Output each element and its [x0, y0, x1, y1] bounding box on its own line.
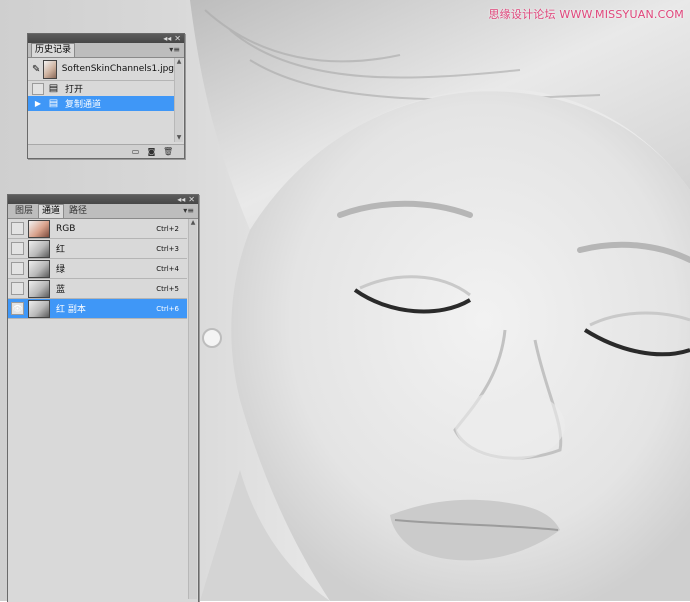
channel-shortcut: Ctrl+2	[156, 224, 179, 233]
visibility-toggle[interactable]	[11, 262, 24, 275]
watermark: 思缘设计论坛 WWW.MISSYUAN.COM	[488, 8, 684, 21]
tab-paths[interactable]: 路径	[65, 204, 91, 218]
history-state-label: 复制通道	[65, 100, 102, 110]
close-icon[interactable]: ✕	[188, 195, 195, 204]
tab-channels[interactable]: 通道	[38, 204, 65, 218]
snapshot-row[interactable]: ✎ SoftenSkinChannels1.jpg	[28, 58, 174, 81]
tab-row: 历史记录 ▾≡	[28, 43, 184, 58]
channel-thumbnail	[28, 239, 50, 258]
channel-thumbnail	[28, 259, 50, 278]
tab-row: 图层 通道 路径 ▾≡	[8, 204, 198, 219]
channel-shortcut: Ctrl+4	[156, 264, 179, 273]
duplicate-channel-icon: ▤	[48, 98, 59, 109]
channel-name: 蓝	[56, 285, 66, 295]
tab-history[interactable]: 历史记录	[31, 43, 76, 57]
channel-row-rgb[interactable]: RGB Ctrl+2	[8, 219, 187, 239]
channel-row-red-copy[interactable]: 👁 红 副本 Ctrl+6	[8, 299, 187, 319]
channel-row-red[interactable]: 红 Ctrl+3	[8, 239, 187, 259]
panel-menu-icon[interactable]: ▾≡	[169, 45, 180, 54]
scroll-up-icon[interactable]: ▲	[175, 58, 183, 66]
visibility-toggle[interactable]	[11, 242, 24, 255]
eye-icon[interactable]: 👁	[11, 302, 24, 315]
visibility-toggle[interactable]	[11, 282, 24, 295]
collapse-icon[interactable]: ◂◂	[163, 34, 171, 43]
history-brush-checkbox[interactable]: ▶	[32, 97, 44, 110]
channels-scrollbar[interactable]: ▲	[188, 219, 197, 599]
panel-titlebar[interactable]: ◂◂ ✕	[8, 195, 198, 204]
channel-thumbnail	[28, 219, 50, 238]
channel-name: 红	[56, 245, 66, 255]
history-state-open[interactable]: ▤ 打开	[28, 81, 174, 96]
scroll-down-icon[interactable]: ▼	[175, 134, 183, 142]
channel-shortcut: Ctrl+5	[156, 284, 179, 293]
document-open-icon: ▤	[48, 83, 59, 94]
history-panel: ◂◂ ✕ 历史记录 ▾≡ ✎ SoftenSkinChannels1.jpg ▤…	[27, 33, 185, 159]
snapshot-label: SoftenSkinChannels1.jpg	[61, 64, 174, 74]
panel-titlebar[interactable]: ◂◂ ✕	[28, 34, 184, 43]
channel-thumbnail	[28, 299, 50, 318]
channel-name: 绿	[56, 265, 66, 275]
history-state-duplicate-channel[interactable]: ▶ ▤ 复制通道	[28, 96, 174, 111]
channel-shortcut: Ctrl+6	[156, 304, 179, 313]
snapshot-thumbnail	[43, 59, 57, 79]
visibility-toggle[interactable]	[11, 222, 24, 235]
tab-layers[interactable]: 图层	[11, 204, 37, 218]
scroll-up-icon[interactable]: ▲	[189, 219, 197, 227]
trash-icon[interactable]: 🗑	[163, 147, 173, 156]
channel-shortcut: Ctrl+3	[156, 244, 179, 253]
collapse-icon[interactable]: ◂◂	[177, 195, 185, 204]
channel-row-blue[interactable]: 蓝 Ctrl+5	[8, 279, 187, 299]
panel-menu-icon[interactable]: ▾≡	[183, 206, 194, 215]
history-list: ✎ SoftenSkinChannels1.jpg ▤ 打开 ▶ ▤ 复制通道 …	[28, 58, 184, 142]
close-icon[interactable]: ✕	[174, 34, 181, 43]
history-scrollbar[interactable]: ▲ ▼	[174, 58, 183, 142]
channel-thumbnail	[28, 279, 50, 298]
history-footer: ▭ ◙ 🗑	[28, 144, 184, 158]
channels-panel: ◂◂ ✕ 图层 通道 路径 ▾≡ RGB Ctrl+2 红 Ctrl+3 绿 C…	[7, 194, 199, 602]
history-brush-source-icon[interactable]: ✎	[32, 63, 40, 76]
channel-name: 红 副本	[56, 305, 86, 315]
history-state-label: 打开	[65, 85, 84, 95]
channel-list: RGB Ctrl+2 红 Ctrl+3 绿 Ctrl+4 蓝 Ctrl+5 👁 …	[8, 219, 198, 599]
new-document-from-state-icon[interactable]: ▭	[131, 147, 140, 156]
history-brush-checkbox[interactable]	[32, 82, 44, 95]
camera-snapshot-icon[interactable]: ◙	[147, 147, 156, 156]
channel-row-green[interactable]: 绿 Ctrl+4	[8, 259, 187, 279]
channel-name: RGB	[56, 223, 76, 234]
